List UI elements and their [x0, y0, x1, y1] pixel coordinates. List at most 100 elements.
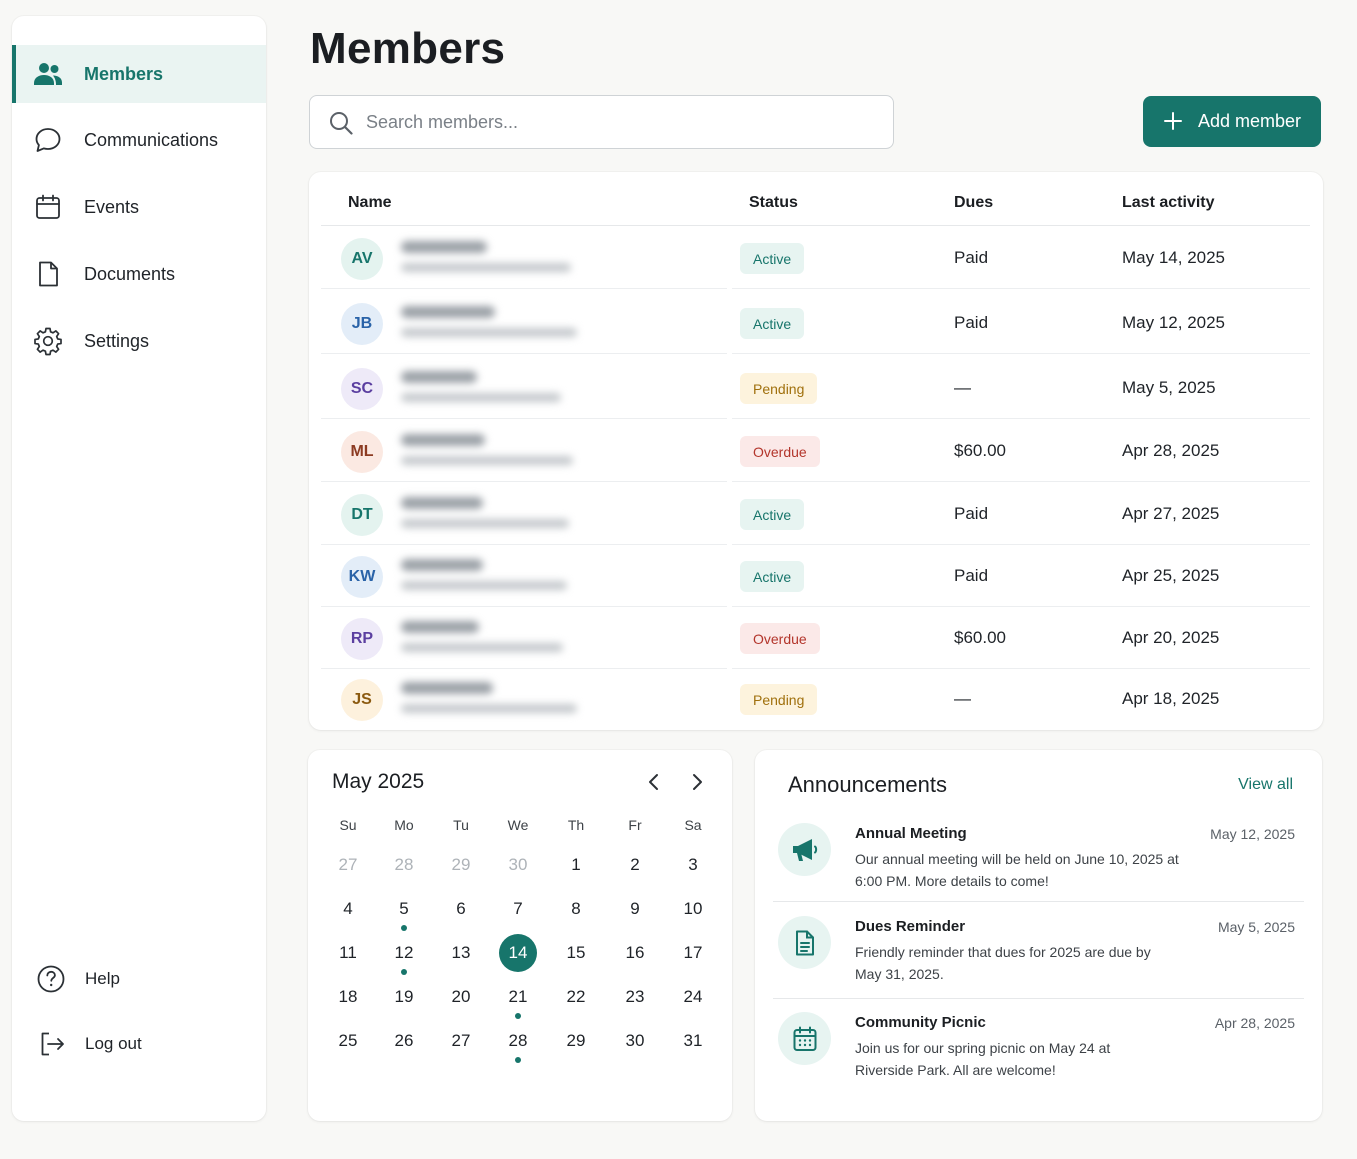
avatar: JB — [341, 303, 383, 345]
row-divider — [321, 481, 727, 482]
sidebar-item-communications[interactable]: Communications — [12, 111, 266, 169]
row-divider — [732, 481, 1310, 482]
sidebar-item-settings[interactable]: Settings — [12, 312, 266, 370]
calendar-day[interactable]: 7 — [498, 889, 538, 929]
redacted-name-email — [397, 239, 587, 283]
avatar: ML — [341, 431, 383, 473]
last-activity-cell: May 5, 2025 — [1122, 378, 1216, 397]
calendar-day[interactable]: 11 — [328, 933, 368, 973]
sidebar-item-documents[interactable]: Documents — [12, 245, 266, 303]
calendar-day[interactable]: 30 — [615, 1021, 655, 1061]
announcement-body: Join us for our spring picnic on May 24 … — [855, 1040, 1111, 1078]
calendar-day[interactable]: 19 — [384, 977, 424, 1017]
help-circle-icon — [36, 964, 66, 994]
chevron-left-icon — [649, 774, 658, 790]
calendar-day[interactable]: 18 — [328, 977, 368, 1017]
calendar-day[interactable]: 12 — [384, 933, 424, 973]
header-divider — [321, 225, 1310, 226]
calendar-day[interactable]: 6 — [441, 889, 481, 929]
view-all-link[interactable]: View all — [1238, 776, 1293, 794]
calendar-day[interactable]: 3 — [673, 845, 713, 885]
event-indicator-dot — [515, 1013, 521, 1019]
announcement-date: Apr 28, 2025 — [1214, 1015, 1295, 1031]
calendar-day[interactable]: 27 — [441, 1021, 481, 1061]
redacted-name-email — [397, 432, 587, 476]
calendar-day[interactable]: 2 — [615, 845, 655, 885]
status-badge: Active — [740, 561, 805, 592]
column-header-name[interactable]: Name — [348, 194, 392, 212]
row-divider — [732, 353, 1310, 354]
row-divider — [321, 288, 727, 289]
calendar-day[interactable]: 21 — [498, 977, 538, 1017]
table-row[interactable]: AV Active Paid May 14, 2025 — [321, 227, 1310, 289]
calendar-day[interactable]: 1 — [556, 845, 596, 885]
column-header-status[interactable]: Status — [749, 194, 798, 212]
table-row[interactable]: JS Pending — Apr 18, 2025 — [321, 668, 1310, 730]
sidebar-item-members[interactable]: Members — [12, 45, 266, 103]
redacted-name-email — [397, 557, 587, 601]
calendar-day[interactable]: 30 — [498, 845, 538, 885]
sidebar-item-label: Members — [84, 63, 164, 84]
search-input[interactable] — [366, 96, 876, 148]
chat-bubble-icon — [33, 125, 63, 155]
table-row[interactable]: RP Overdue $60.00 Apr 20, 2025 — [321, 607, 1310, 669]
column-header-dues[interactable]: Dues — [954, 194, 993, 212]
calendar-day[interactable]: 23 — [615, 977, 655, 1017]
sidebar-item-logout[interactable]: Log out — [12, 1015, 266, 1073]
calendar-day[interactable]: 29 — [556, 1021, 596, 1061]
calendar-day[interactable]: 17 — [673, 933, 713, 973]
avatar: JS — [341, 679, 383, 721]
calendar-day[interactable]: 24 — [673, 977, 713, 1017]
redacted-name-email — [397, 495, 587, 539]
calendar-day[interactable]: 29 — [441, 845, 481, 885]
announcement-item[interactable]: Dues Reminder May 5, 2025 Friendly remin… — [773, 916, 1304, 996]
table-row[interactable]: KW Active Paid Apr 25, 2025 — [321, 545, 1310, 607]
calendar-day[interactable]: 16 — [615, 933, 655, 973]
weekday-label: Sa — [684, 817, 702, 833]
last-activity-cell: Apr 27, 2025 — [1122, 504, 1220, 523]
calendar-day[interactable]: 4 — [328, 889, 368, 929]
calendar-day[interactable]: 8 — [556, 889, 596, 929]
calendar-day[interactable]: 27 — [328, 845, 368, 885]
calendar-day-today[interactable]: 14 — [499, 934, 537, 972]
sidebar-item-events[interactable]: Events — [12, 178, 266, 236]
calendar-day[interactable]: 13 — [441, 933, 481, 973]
table-row[interactable]: JB Active Paid May 12, 2025 — [321, 292, 1310, 354]
calendar-day[interactable]: 22 — [556, 977, 596, 1017]
dues-cell: Paid — [954, 313, 989, 332]
next-month-button[interactable] — [685, 770, 709, 794]
calendar-day[interactable]: 15 — [556, 933, 596, 973]
sidebar-item-help[interactable]: Help — [12, 950, 266, 1008]
calendar-day[interactable]: 28 — [384, 845, 424, 885]
dues-cell: Paid — [954, 566, 989, 585]
table-row[interactable]: DT Active Paid Apr 27, 2025 — [321, 483, 1310, 545]
search-box[interactable] — [309, 95, 894, 149]
announcement-item[interactable]: Annual Meeting May 12, 2025 Our annual m… — [773, 823, 1304, 903]
calendar-day[interactable]: 5 — [384, 889, 424, 929]
weekday-label: Tu — [453, 817, 469, 833]
calendar-day[interactable]: 10 — [673, 889, 713, 929]
prev-month-button[interactable] — [642, 770, 666, 794]
calendar-day[interactable]: 31 — [673, 1021, 713, 1061]
gear-icon — [33, 326, 63, 356]
calendar-day[interactable]: 28 — [498, 1021, 538, 1061]
dues-cell: $60.00 — [954, 628, 1006, 647]
last-activity-cell: Apr 25, 2025 — [1122, 566, 1220, 585]
add-member-button[interactable]: Add member — [1143, 96, 1321, 147]
calendar-day[interactable]: 20 — [441, 977, 481, 1017]
last-activity-cell: Apr 28, 2025 — [1122, 441, 1220, 460]
calendar-day[interactable]: 25 — [328, 1021, 368, 1061]
chevron-right-icon — [693, 774, 702, 790]
column-header-last-activity[interactable]: Last activity — [1122, 194, 1214, 212]
dues-cell: — — [954, 689, 971, 708]
avatar: DT — [341, 494, 383, 536]
table-row[interactable]: ML Overdue $60.00 Apr 28, 2025 — [321, 420, 1310, 482]
table-row[interactable]: SC Pending — May 5, 2025 — [321, 357, 1310, 419]
calendar-day[interactable]: 26 — [384, 1021, 424, 1061]
announcement-item[interactable]: Community Picnic Apr 28, 2025 Join us fo… — [773, 1012, 1304, 1092]
sidebar: Members Communications Events Documents … — [12, 16, 266, 1121]
dues-cell: Paid — [954, 504, 989, 523]
add-member-label: Add member — [1198, 111, 1302, 131]
calendar-day[interactable]: 9 — [615, 889, 655, 929]
status-badge: Overdue — [740, 436, 820, 467]
